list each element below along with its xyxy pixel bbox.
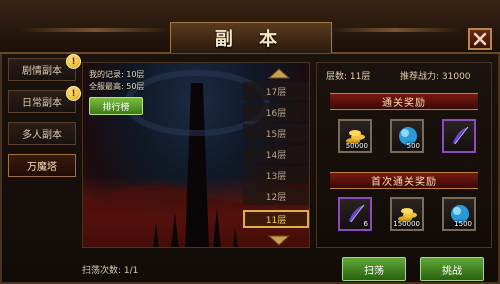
alert-badge: ! — [66, 86, 81, 101]
title-ornament-left — [20, 28, 170, 32]
scroll-up-button[interactable] — [266, 67, 292, 79]
tab-demon-tower[interactable]: 万魔塔 — [8, 154, 76, 177]
item-count: 150000 — [393, 220, 420, 228]
tab-label: 剧情副本 — [22, 66, 62, 77]
scroll-down-button[interactable] — [266, 235, 292, 247]
item-count: 50000 — [345, 142, 368, 150]
floor-item[interactable]: 17层 — [243, 82, 309, 100]
challenge-button[interactable]: 挑战 — [420, 257, 484, 281]
title-ornament-right — [330, 28, 460, 32]
title-bar: 副 本 — [0, 0, 500, 54]
reward-slot[interactable]: 150000 — [390, 197, 424, 231]
item-count: 6 — [363, 220, 368, 228]
reward-slot[interactable]: 1500 — [442, 197, 476, 231]
floor-item[interactable]: 14层 — [243, 145, 309, 163]
recommended-power: 推荐战力: 31000 — [400, 72, 471, 82]
purple-feather-icon — [453, 126, 469, 145]
tab-label: 日常副本 — [22, 98, 62, 109]
reward-slot[interactable]: 6 — [338, 197, 372, 231]
close-button[interactable] — [468, 28, 492, 50]
clear-reward-title: 通关奖励 — [382, 98, 426, 109]
tab-multiplayer-dungeon[interactable]: 多人副本 — [8, 122, 76, 145]
floor-item[interactable]: 12层 — [243, 187, 309, 205]
clear-reward-banner: 通关奖励 — [330, 93, 478, 110]
item-count: 1500 — [454, 220, 472, 228]
leaderboard-button[interactable]: 排行榜 — [89, 97, 143, 115]
alert-badge: ! — [66, 54, 81, 69]
floor-count: 层数: 11层 — [326, 72, 371, 82]
first-clear-reward-banner: 首次通关奖励 — [330, 172, 478, 189]
floor-item[interactable]: 15层 — [243, 124, 309, 142]
floor-item[interactable]: 16层 — [243, 103, 309, 121]
close-icon — [473, 32, 487, 46]
server-best-record: 全服最高: 50层 — [89, 82, 145, 91]
reward-slot[interactable]: 500 — [390, 119, 424, 153]
floor-item-selected[interactable]: 11层 — [243, 210, 309, 228]
tab-daily-dungeon[interactable]: 日常副本 ! — [8, 86, 81, 113]
first-clear-reward-title: 首次通关奖励 — [371, 177, 437, 188]
floor-item[interactable]: 13层 — [243, 166, 309, 184]
tab-story-dungeon[interactable]: 剧情副本 ! — [8, 54, 81, 81]
reward-slot[interactable] — [442, 119, 476, 153]
tab-label: 万魔塔 — [27, 162, 57, 173]
window-title: 副 本 — [214, 29, 288, 50]
item-count: 500 — [406, 142, 420, 150]
sweep-button[interactable]: 扫荡 — [342, 257, 406, 281]
my-record: 我的记录: 10层 — [89, 70, 145, 79]
reward-slot[interactable]: 50000 — [338, 119, 372, 153]
sweep-count: 扫荡次数: 1/1 — [82, 266, 139, 276]
title-plate: 副 本 — [170, 22, 332, 53]
tab-label: 多人副本 — [22, 130, 62, 141]
